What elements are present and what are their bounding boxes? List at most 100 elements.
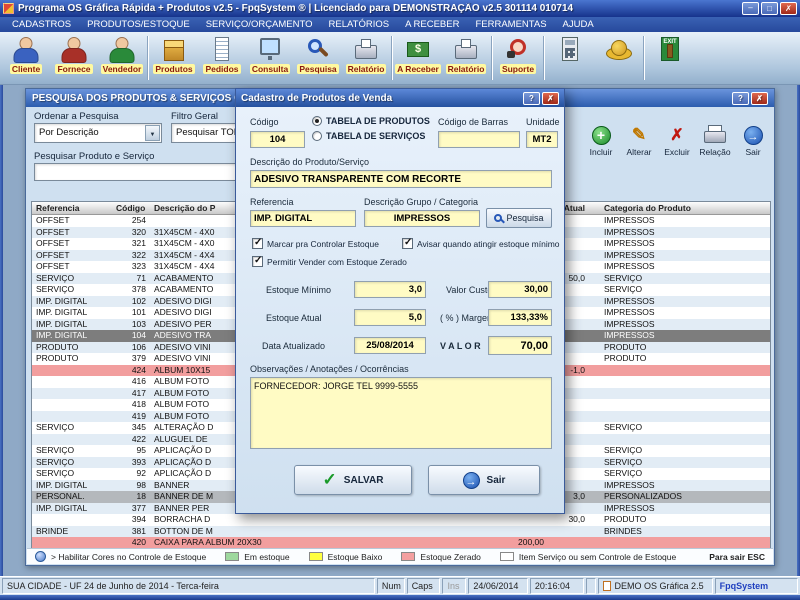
cell-categoria: IMPRESSOS xyxy=(604,250,768,262)
toolbar-areceber-button[interactable]: A Receber xyxy=(394,34,442,83)
cell-categoria: SERVIÇO xyxy=(604,284,768,296)
menu-servico-orcamento[interactable]: SERVIÇO/ORÇAMENTO xyxy=(198,17,321,32)
header-categoria[interactable]: Categoria do Produto xyxy=(604,203,691,213)
cell-referencia: OFFSET xyxy=(36,250,114,262)
incluir-button[interactable]: Incluir xyxy=(582,113,620,157)
stock-legend: > Habilitar Cores no Controle de Estoque… xyxy=(27,548,773,564)
cell-referencia: IMP. DIGITAL xyxy=(36,330,114,342)
cell-categoria: IMPRESSOS xyxy=(604,307,768,319)
grupo-value: IMPRESSOS xyxy=(394,213,451,224)
toolbar-pedidos-button[interactable]: Pedidos xyxy=(198,34,246,83)
toolbar-calculator-button[interactable] xyxy=(546,34,594,83)
cell-descricao: BORRACHA D xyxy=(154,514,482,526)
toolbar-relatorio2-button[interactable]: Relatório xyxy=(442,34,490,83)
legend-white-swatch xyxy=(500,552,514,561)
plus-icon xyxy=(592,126,611,145)
checkbox-vender-zerado[interactable]: Permitir Vender com Estoque Zerado xyxy=(252,256,407,267)
cell-categoria: SERVIÇO xyxy=(604,468,768,480)
cell-referencia: PRODUTO xyxy=(36,353,114,365)
toolbar-relatorio-button[interactable]: Relatório xyxy=(342,34,390,83)
grupo-field[interactable]: IMPRESSOS xyxy=(364,210,480,227)
status-location: SUA CIDADE - UF 24 de Junho de 2014 - Te… xyxy=(2,578,375,594)
order-select[interactable]: Por Descrição xyxy=(34,123,162,143)
toolbar-suporte-button[interactable]: Suporte xyxy=(494,34,542,83)
estoque-min-value: 3,0 xyxy=(409,284,422,295)
cell-codigo: 254 xyxy=(114,215,146,227)
status-time: 20:16:04 xyxy=(530,578,584,594)
dialog-titlebar[interactable]: Cadastro de Produtos de Venda xyxy=(236,89,564,107)
unidade-field[interactable]: MT2 xyxy=(526,131,558,148)
status-insert: Ins xyxy=(442,578,466,594)
salvar-button[interactable]: SALVAR xyxy=(294,465,412,495)
estoque-min-field[interactable]: 3,0 xyxy=(354,281,426,298)
toolbar-pesquisa-button[interactable]: Pesquisa xyxy=(294,34,342,83)
legend-toggle-label[interactable]: > Habilitar Cores no Controle de Estoque xyxy=(51,552,206,562)
titlebar: Programa OS Gráfica Rápida + Produtos v2… xyxy=(0,0,800,17)
margem-field[interactable]: 133,33% xyxy=(488,309,552,326)
cell-codigo: 103 xyxy=(114,319,146,331)
codigo-field[interactable]: 104 xyxy=(250,131,305,148)
menu-a-receber[interactable]: A RECEBER xyxy=(397,17,467,32)
radio-tabela-servicos[interactable]: TABELA DE SERVIÇOS xyxy=(312,131,425,141)
descricao-field[interactable]: ADESIVO TRANSPARENTE COM RECORTE xyxy=(250,170,552,188)
pesquisa-button-label: Pesquisa xyxy=(506,213,543,223)
cell-categoria: PERSONALIZADOS xyxy=(604,491,768,503)
toolbar-produtos-button[interactable]: Produtos xyxy=(150,34,198,83)
menu-produtos-estoque[interactable]: PRODUTOS/ESTOQUE xyxy=(79,17,198,32)
header-referencia[interactable]: Referencia xyxy=(36,203,79,213)
toolbar-exit-button[interactable]: EXIT xyxy=(646,34,694,83)
maximize-button[interactable] xyxy=(761,2,778,15)
action-label: Alterar xyxy=(626,147,651,157)
color-toggle-icon[interactable] xyxy=(35,551,46,562)
menu-relatorios[interactable]: RELATÓRIOS xyxy=(321,17,398,32)
sair-dialog-button[interactable]: Sair xyxy=(428,465,540,495)
obs-textarea[interactable]: FORNECEDOR: JORGE TEL 9999-5555 xyxy=(250,377,552,449)
pesquisa-button[interactable]: Pesquisa xyxy=(486,208,552,228)
valor-custo-label: Valor Custo xyxy=(446,285,492,295)
checkbox-controlar-estoque[interactable]: Marcar pra Controlar Estoque xyxy=(252,238,379,249)
alterar-button[interactable]: Alterar xyxy=(620,113,658,157)
valor-custo-field[interactable]: 30,00 xyxy=(488,281,552,298)
menu-ferramentas[interactable]: FERRAMENTAS xyxy=(467,17,554,32)
table-row[interactable]: 420 CAIXA PARA ALBUM 20X30 200,00 xyxy=(32,537,770,549)
menu-ajuda[interactable]: AJUDA xyxy=(555,17,602,32)
toolbar-cliente-button[interactable]: Cliente xyxy=(2,34,50,83)
referencia-field[interactable]: IMP. DIGITAL xyxy=(250,210,356,227)
barras-field[interactable] xyxy=(438,131,520,148)
estoque-atual-field[interactable]: 5,0 xyxy=(354,309,426,326)
window-help-button[interactable] xyxy=(732,92,749,105)
header-codigo[interactable]: Código xyxy=(116,203,145,213)
dialog-close-button[interactable] xyxy=(542,92,559,105)
cell-codigo: 322 xyxy=(114,250,146,262)
toolbar-cash-button[interactable] xyxy=(594,34,642,83)
table-row[interactable]: BRINDE 381 BOTTON DE M BRINDES xyxy=(32,526,770,538)
excluir-button[interactable]: Excluir xyxy=(658,113,696,157)
table-row[interactable]: 394 BORRACHA D 30,0 PRODUTO xyxy=(32,514,770,526)
checkbox-avisar-minimo[interactable]: Avisar quando atingir estoque mínimo xyxy=(402,238,560,249)
close-button[interactable] xyxy=(780,2,797,15)
orders-page-icon xyxy=(215,37,229,61)
cell-codigo: 106 xyxy=(114,342,146,354)
radio-tabela-produtos[interactable]: TABELA DE PRODUTOS xyxy=(312,116,430,126)
checkbox-checked-icon xyxy=(402,238,413,249)
relacao-button[interactable]: Relação xyxy=(696,113,734,157)
cell-categoria: SERVIÇO xyxy=(604,457,768,469)
chevron-down-icon[interactable] xyxy=(145,125,160,141)
toolbar-fornecedor-button[interactable]: Fornece xyxy=(50,34,98,83)
toolbar-vendedor-button[interactable]: Vendedor xyxy=(98,34,146,83)
header-descricao[interactable]: Descrição do P xyxy=(154,203,215,213)
dialog-help-button[interactable] xyxy=(523,92,540,105)
data-atualizado-field[interactable]: 25/08/2014 xyxy=(354,337,426,354)
menu-cadastros[interactable]: CADASTROS xyxy=(4,17,79,32)
search-window-title: PESQUISA DOS PRODUTOS & SERVIÇOS CAD xyxy=(32,93,256,104)
window-close-button[interactable] xyxy=(751,92,768,105)
cell-codigo: 378 xyxy=(114,284,146,296)
cell-codigo: 393 xyxy=(114,457,146,469)
estoque-min-label: Estoque Mínimo xyxy=(266,285,331,295)
toolbar-consulta-button[interactable]: Consulta xyxy=(246,34,294,83)
minimize-button[interactable] xyxy=(742,2,759,15)
sair-window-button[interactable]: Sair xyxy=(734,113,772,157)
cell-codigo: 92 xyxy=(114,468,146,480)
valor-field[interactable]: 70,00 xyxy=(488,336,552,355)
cell-codigo: 416 xyxy=(114,376,146,388)
